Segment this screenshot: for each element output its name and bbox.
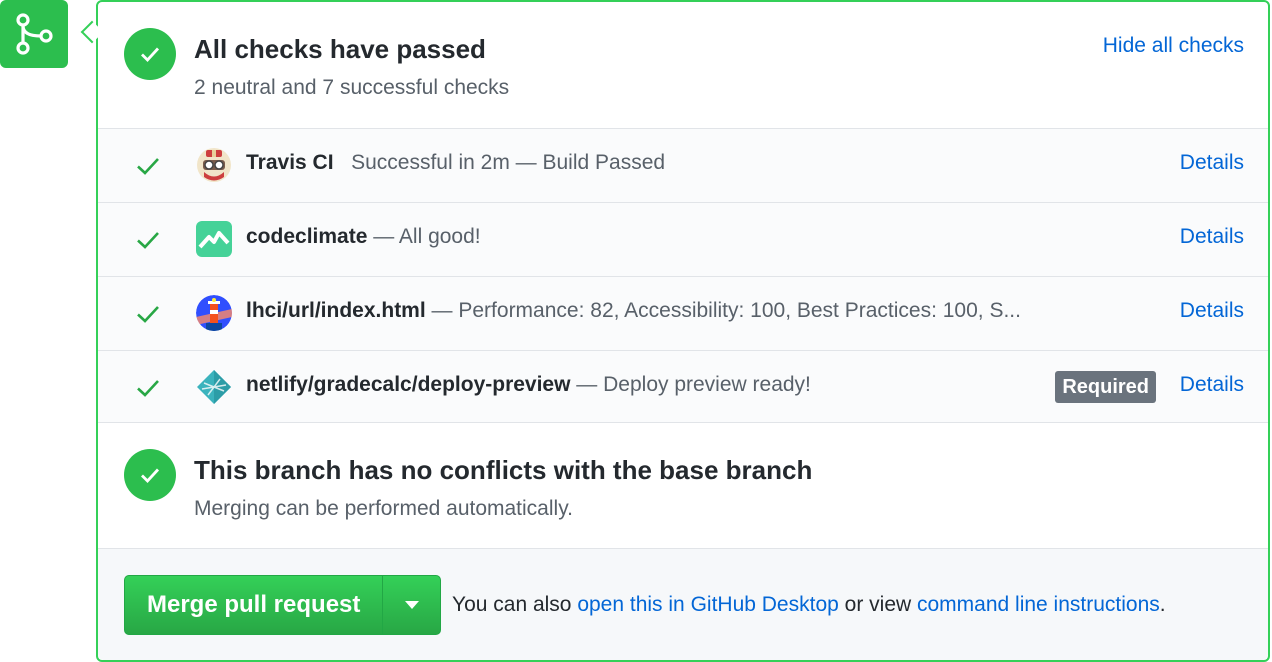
no-conflicts-icon: [124, 449, 176, 501]
checks-subtitle: 2 neutral and 7 successful checks: [194, 76, 510, 99]
merge-button-group: Merge pull request: [124, 575, 442, 635]
merge-action-section: Merge pull request You can also open thi…: [98, 548, 1268, 660]
check-text: lhci/url/index.html — Performance: 82, A…: [246, 299, 1021, 323]
lighthouse-icon: [196, 295, 232, 331]
details-link[interactable]: Details: [1180, 225, 1244, 249]
details-link[interactable]: Details: [1180, 151, 1244, 175]
check-text: codeclimate — All good!: [246, 225, 481, 249]
alt-middle: or view: [838, 593, 917, 616]
check-success-icon: [136, 303, 160, 330]
alternative-actions-text: You can also open this in GitHub Desktop…: [452, 593, 1166, 617]
travis-ci-icon: [196, 147, 232, 183]
details-link[interactable]: Details: [1180, 373, 1244, 397]
check-name: Travis CI: [246, 151, 334, 174]
check-name: lhci/url/index.html: [246, 299, 426, 322]
checks-summary: All checks have passed 2 neutral and 7 s…: [98, 2, 1268, 128]
check-text: netlify/gradecalc/deploy-preview — Deplo…: [246, 373, 811, 397]
github-desktop-link[interactable]: open this in GitHub Desktop: [577, 593, 838, 616]
check-row: Travis CI Successful in 2m — Build Passe…: [98, 128, 1268, 202]
merge-status-panel: All checks have passed 2 neutral and 7 s…: [96, 0, 1270, 662]
codeclimate-icon: [196, 221, 232, 257]
hide-all-checks-link[interactable]: Hide all checks: [1103, 34, 1244, 58]
check-name: codeclimate: [246, 225, 368, 248]
merge-status-title: This branch has no conflicts with the ba…: [194, 455, 813, 485]
merge-method-dropdown[interactable]: [382, 576, 440, 634]
check-description: Successful in 2m — Build Passed: [351, 151, 666, 174]
check-text: Travis CI Successful in 2m — Build Passe…: [246, 151, 665, 175]
check-success-icon: [136, 155, 160, 182]
required-badge: Required: [1055, 371, 1156, 403]
alt-prefix: You can also: [452, 593, 578, 616]
check-description: All good!: [398, 225, 481, 248]
details-link[interactable]: Details: [1180, 299, 1244, 323]
check-description: Performance: 82, Accessibility: 100, Bes…: [458, 299, 1021, 322]
chevron-down-icon: [404, 601, 419, 609]
check-description: Deploy preview ready!: [603, 373, 811, 396]
check-success-icon: [136, 229, 160, 256]
check-success-icon: [136, 377, 160, 404]
check-separator: —: [570, 373, 604, 396]
check-name: netlify/gradecalc/deploy-preview: [246, 373, 571, 396]
merge-status-subtitle: Merging can be performed automatically.: [194, 497, 573, 520]
merge-pull-request-button[interactable]: Merge pull request: [125, 576, 382, 634]
check-separator: —: [367, 225, 399, 248]
checks-title: All checks have passed: [194, 34, 486, 64]
git-merge-icon: [0, 0, 68, 68]
check-row: lhci/url/index.html — Performance: 82, A…: [98, 276, 1268, 350]
check-row: codeclimate — All good! Details: [98, 202, 1268, 276]
alt-suffix: .: [1159, 593, 1166, 616]
checks-passed-icon: [124, 28, 176, 80]
netlify-icon: [196, 369, 232, 405]
check-separator: [334, 151, 352, 174]
check-separator: —: [425, 299, 459, 322]
command-line-instructions-link[interactable]: command line instructions: [917, 593, 1160, 616]
merge-status-section: This branch has no conflicts with the ba…: [98, 422, 1268, 548]
check-row: netlify/gradecalc/deploy-preview — Deplo…: [98, 350, 1268, 423]
